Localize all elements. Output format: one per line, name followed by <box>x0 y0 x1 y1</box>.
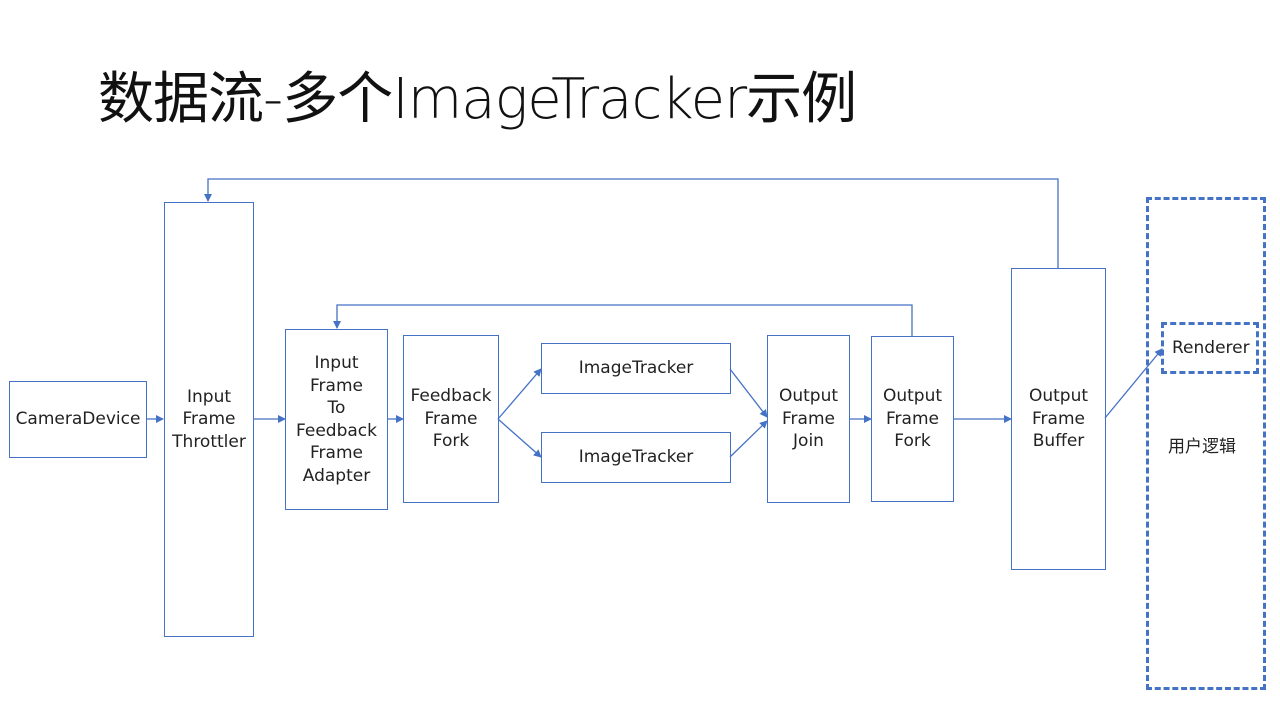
edge-output-fork-feedback-to-adapter <box>333 304 913 336</box>
node-input-frame-to-feedback-frame-adapter: Input Frame To Feedback Frame Adapter <box>285 329 388 510</box>
node-feedback-frame-fork: Feedback Frame Fork <box>403 335 499 503</box>
node-label: Output Frame Buffer <box>1028 386 1089 452</box>
edge-tracker-1-to-join <box>729 368 768 418</box>
node-label: Feedback Frame Fork <box>410 386 492 452</box>
node-label: ImageTracker <box>578 447 694 468</box>
node-label: Output Frame Join <box>778 386 839 452</box>
edge-buffer-feedback-to-throttler <box>204 178 1059 268</box>
node-label: CameraDevice <box>15 409 141 430</box>
node-input-frame-throttler: Input Frame Throttler <box>164 202 254 637</box>
edge-fork-to-tracker-2 <box>497 418 542 458</box>
renderer-label: Renderer <box>1172 338 1250 358</box>
node-camera-device: CameraDevice <box>9 381 147 458</box>
user-logic-label: 用户逻辑 <box>1168 437 1236 457</box>
node-label: Input Frame Throttler <box>172 386 246 452</box>
node-label: ImageTracker <box>578 358 694 379</box>
node-image-tracker-1: ImageTracker <box>541 343 731 394</box>
node-image-tracker-2: ImageTracker <box>541 432 731 483</box>
edge-tracker-2-to-join <box>729 420 768 458</box>
edge-fork-to-tracker-1 <box>497 368 542 420</box>
node-output-frame-buffer: Output Frame Buffer <box>1011 268 1106 570</box>
node-output-frame-join: Output Frame Join <box>767 335 850 503</box>
node-label: Input Frame To Feedback Frame Adapter <box>296 353 377 486</box>
node-output-frame-fork: Output Frame Fork <box>871 336 954 502</box>
node-label: Output Frame Fork <box>882 386 943 452</box>
